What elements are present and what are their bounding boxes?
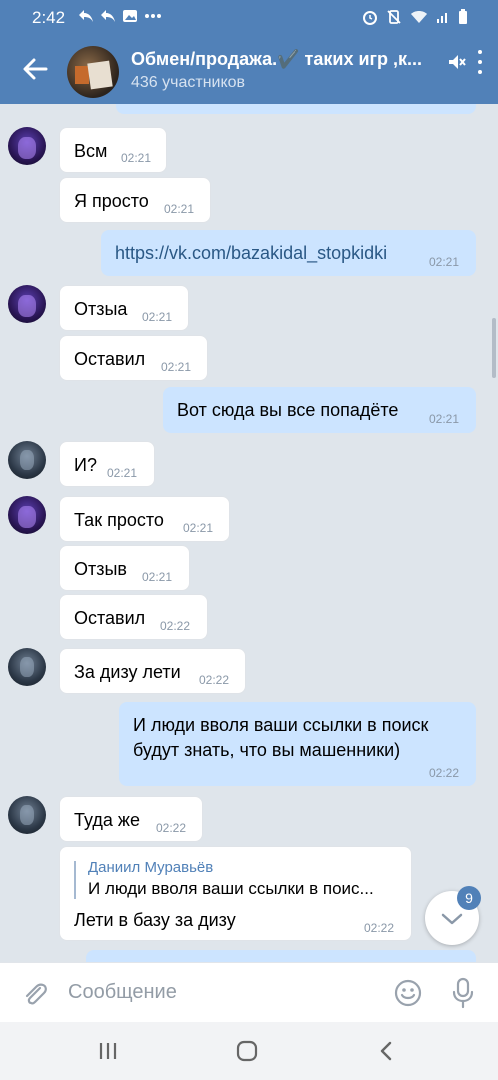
message-input[interactable] [68,981,368,1004]
unread-badge: 9 [457,886,481,910]
message-feed[interactable]: 02:21 Всм 02:21 Я просто 02:21 https://v… [0,104,498,962]
message-bubble-outgoing[interactable]: https://vk.com/bazakidal_stopkidki 02:21 [101,230,476,276]
message-bubble-incoming[interactable]: Оставил 02:21 [59,335,208,381]
message-time: 02:21 [183,521,214,535]
avatar[interactable] [8,285,46,323]
scrollbar-thumb[interactable] [492,318,496,378]
microphone-icon[interactable] [450,977,476,1009]
avatar[interactable] [8,648,46,686]
status-bar: 2:42 [0,0,498,36]
avatar[interactable] [8,441,46,479]
message-time: 02:21 [161,360,192,374]
message-bubble-incoming[interactable]: И? 02:21 [59,441,155,487]
message-time: 02:21 [429,412,460,426]
message-text: Так просто [74,510,164,530]
message-bubble-incoming[interactable]: Так просто 02:21 [59,496,230,542]
avatar[interactable] [8,496,46,534]
battery-icon [459,9,467,24]
avatar[interactable] [8,796,46,834]
message-text: За дизу лети [74,662,181,682]
system-icons [362,9,468,25]
more-dots-icon [145,14,161,18]
message-text: Оставил [74,349,146,369]
message-text-line1: И люди вволя ваши ссылки в поиск [133,715,429,735]
message-bubble-incoming[interactable]: Туда же 02:22 [59,796,203,842]
message-time: 02:21 [142,310,173,324]
message-bubble-incoming[interactable]: За дизу лети 02:22 [59,648,246,694]
message-text: Отзыа [74,299,128,319]
status-time: 2:42 [32,8,66,27]
message-time: 02:22 [199,673,230,687]
message-text: Вот сюда вы все попадёте [177,400,399,420]
message-bubble-incoming[interactable]: Оставил 02:22 [59,594,208,640]
message-time: 02:22 [364,921,395,935]
signal-icon [437,13,447,23]
message-time: 02:22 [429,766,460,780]
message-bubble-incoming[interactable]: Я просто 02:21 [59,177,211,223]
message-bubble-outgoing[interactable]: И люди вволя ваши ссылки в поиск будут з… [119,702,476,786]
message-time: 02:22 [156,821,187,835]
message-text: Всм [74,141,108,161]
message-link[interactable]: https://vk.com/bazakidal_stopkidki [115,243,387,264]
message-time: 02:21 [107,466,138,480]
members-count: 436 участников [131,74,246,91]
reply-text[interactable]: И люди вволя ваши ссылки в поис... [88,879,374,899]
alarm-icon [363,11,377,25]
message-bubble-incoming[interactable]: Отзыв 02:21 [59,545,190,591]
avatar[interactable] [8,127,46,165]
system-navigation-bar [0,1022,498,1080]
smiley-icon[interactable] [393,978,423,1008]
message-composer [0,962,498,1022]
reply-quote-bar [74,861,76,899]
message-text: Лети в базу за дизу [74,910,236,930]
back-arrow-icon[interactable] [18,52,52,86]
message-bubble-incoming[interactable]: Отзыа 02:21 [59,285,189,331]
wifi-icon [411,11,427,23]
chat-header: 2:42 Обмен/продажа.✔️ таких игр ,к... 43… [0,0,498,104]
message-time: 02:21 [142,570,173,584]
notification-icons [78,9,162,23]
back-nav-icon[interactable] [376,1040,396,1062]
message-text: И? [74,455,97,475]
reply-icon [101,10,115,22]
home-icon[interactable] [235,1040,259,1062]
message-time: 02:21 [121,151,152,165]
message-bubble-outgoing-partial: 02:21 [116,104,476,114]
message-bubble-incoming[interactable]: Всм 02:21 [59,127,167,173]
message-bubble-outgoing[interactable]: Вот сюда вы все попадёте 02:21 [163,387,476,433]
gallery-icon [123,10,137,22]
message-time: 02:22 [160,619,191,633]
reply-author[interactable]: Даниил Муравьёв [88,859,213,876]
message-bubble-incoming-reply[interactable]: Даниил Муравьёв И люди вволя ваши ссылки… [59,846,412,941]
message-text-line2: будут знать, что вы машенники) [133,740,401,760]
message-time: 02:21 [429,255,460,269]
chat-title[interactable]: Обмен/продажа.✔️ таких игр ,к... [131,49,441,70]
message-text: Туда же [74,810,140,830]
more-vertical-icon[interactable] [476,50,484,74]
chat-avatar[interactable] [67,46,119,98]
message-bubble-outgoing-partial [86,950,476,962]
message-time: 02:21 [164,202,195,216]
message-text: Отзыв [74,559,127,579]
reply-icon [79,10,93,22]
message-text: Я просто [74,191,149,211]
paperclip-icon[interactable] [20,979,50,1009]
message-text: Оставил [74,608,146,628]
recent-apps-icon[interactable] [97,1040,119,1062]
vibrate-off-icon [387,10,401,24]
muted-bell-icon [449,55,466,69]
